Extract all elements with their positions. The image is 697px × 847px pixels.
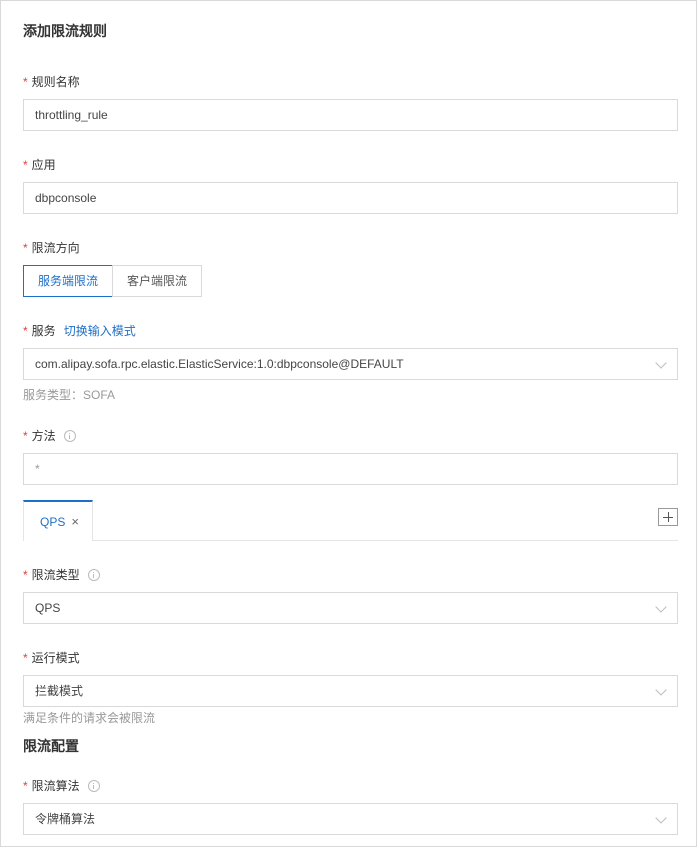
chevron-down-icon: [655, 684, 667, 696]
service-select-value: com.alipay.sofa.rpc.elastic.ElasticServi…: [35, 357, 404, 371]
method-label: * 方法: [23, 427, 76, 445]
limit-type-label: * 限流类型: [23, 566, 100, 584]
required-mark: *: [23, 158, 28, 172]
required-mark: *: [23, 779, 28, 793]
direction-server-button[interactable]: 服务端限流: [23, 265, 114, 297]
algorithm-value: 令牌桶算法: [35, 812, 96, 826]
direction-label: * 限流方向: [23, 241, 80, 255]
service-label: * 服务 切换输入模式: [23, 322, 136, 340]
page-title: 添加限流规则: [23, 23, 107, 39]
required-mark: *: [23, 75, 28, 89]
form-panel: 添加限流规则 * 规则名称 throttling_rule * 应用 dbpco…: [0, 0, 697, 847]
rule-name-input[interactable]: throttling_rule: [23, 99, 678, 131]
app-input[interactable]: dbpconsole: [23, 182, 678, 214]
required-mark: *: [23, 429, 28, 443]
tab-qps-label: QPS: [40, 514, 66, 529]
chevron-down-icon: [655, 812, 667, 824]
required-mark: *: [23, 651, 28, 665]
run-mode-select[interactable]: 拦截模式: [23, 675, 678, 707]
direction-toggle: 服务端限流 客户端限流: [23, 265, 203, 297]
close-icon[interactable]: ×: [71, 515, 79, 528]
run-mode-value: 拦截模式: [35, 684, 84, 698]
rule-name-label: * 规则名称: [23, 75, 80, 89]
rule-tabs: QPS ×: [23, 500, 678, 541]
required-mark: *: [23, 324, 28, 338]
algorithm-select[interactable]: 令牌桶算法: [23, 803, 678, 835]
algorithm-label: * 限流算法: [23, 777, 100, 795]
limit-type-value: QPS: [35, 601, 61, 615]
info-icon[interactable]: [87, 780, 100, 792]
info-icon[interactable]: [63, 430, 76, 442]
required-mark: *: [23, 241, 28, 255]
limit-type-select[interactable]: QPS: [23, 592, 678, 624]
add-tab-button[interactable]: [658, 508, 678, 526]
chevron-down-icon: [655, 357, 667, 369]
service-select[interactable]: com.alipay.sofa.rpc.elastic.ElasticServi…: [23, 348, 678, 380]
app-label: * 应用: [23, 158, 56, 172]
direction-client-button[interactable]: 客户端限流: [112, 265, 203, 297]
run-mode-label: * 运行模式: [23, 651, 80, 665]
config-section-title: 限流配置: [23, 738, 79, 754]
info-icon[interactable]: [87, 569, 100, 581]
tab-qps[interactable]: QPS ×: [23, 500, 93, 541]
method-input[interactable]: *: [23, 453, 678, 485]
required-mark: *: [23, 568, 28, 582]
service-type-help: 服务类型：SOFA: [23, 388, 116, 402]
chevron-down-icon: [655, 601, 667, 613]
toggle-input-mode-link[interactable]: 切换输入模式: [64, 322, 136, 340]
run-mode-help: 满足条件的请求会被限流: [23, 711, 156, 725]
